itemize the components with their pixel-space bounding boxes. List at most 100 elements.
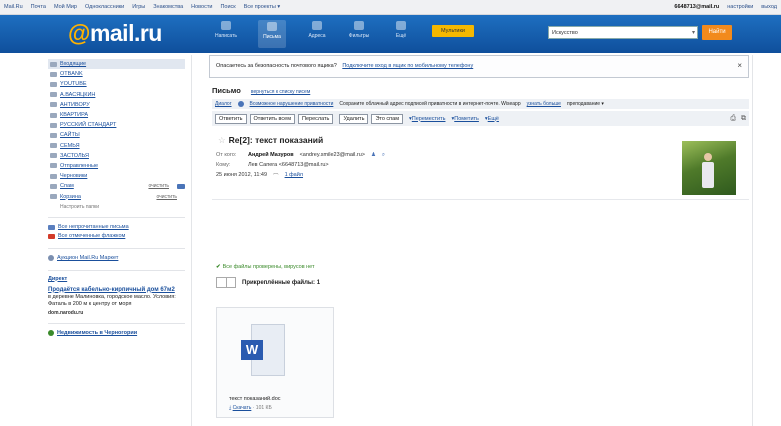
forward-button[interactable]: Переслать bbox=[298, 113, 334, 124]
account-area: 6648713@mail.ru настройки выход bbox=[674, 4, 777, 10]
sent-icon bbox=[50, 163, 57, 169]
shield-icon bbox=[237, 101, 244, 107]
privacy-link[interactable]: Возможное нарушение приватности bbox=[250, 101, 334, 107]
search-input[interactable]: Искусство ▾ bbox=[548, 26, 698, 39]
portal-link-mail[interactable]: Почта bbox=[31, 4, 46, 10]
word-document-icon: W bbox=[241, 324, 287, 378]
privacy-text: Сохраните облачный адрес подписей приват… bbox=[339, 101, 521, 107]
add-contact-icon[interactable]: ♟ bbox=[371, 152, 376, 159]
nav-letters[interactable]: Письма bbox=[258, 20, 286, 48]
folder-youtube[interactable]: YOUTUBE bbox=[48, 79, 185, 89]
folder-saity[interactable]: САЙТЫ bbox=[48, 130, 185, 140]
portal-link-games[interactable]: Игры bbox=[132, 4, 145, 10]
account-email[interactable]: 6648713@mail.ru bbox=[674, 4, 719, 10]
portal-link-odnoklassniki[interactable]: Одноклассники bbox=[85, 4, 124, 10]
portal-link-news[interactable]: Новости bbox=[191, 4, 212, 10]
folder-icon bbox=[50, 132, 57, 138]
print-icon[interactable]: ⎙ bbox=[730, 115, 736, 123]
delete-button[interactable]: Удалить bbox=[339, 113, 369, 124]
privacy-bar: Диалог Возможное нарушение приватности С… bbox=[212, 99, 749, 109]
mark-dropdown[interactable]: ▾Пометить bbox=[451, 116, 478, 122]
ad-title-link[interactable]: Продаётся кабельно-кирпичный дом 67м2 bbox=[48, 286, 185, 294]
ad-site[interactable]: dom.narodu.ru bbox=[48, 310, 185, 316]
privacy-label[interactable]: Диалог bbox=[215, 101, 232, 107]
folder-spam[interactable]: Спам очистить bbox=[48, 181, 185, 191]
attachment-name[interactable]: текст показаний.doc bbox=[229, 396, 281, 402]
folder-zastolya[interactable]: ЗАСТОЛЬЯ bbox=[48, 151, 185, 161]
learn-more-link[interactable]: узнать больше bbox=[527, 101, 561, 107]
sender-photo bbox=[682, 141, 736, 195]
settings-link[interactable]: настройки bbox=[727, 4, 753, 10]
inbox-icon bbox=[50, 61, 57, 67]
theme-button[interactable]: Мультики bbox=[432, 25, 474, 37]
to-label: Кому: bbox=[216, 162, 231, 168]
trash-icon bbox=[50, 194, 57, 200]
spam-button[interactable]: Это спам bbox=[371, 113, 404, 124]
folder-antivoru[interactable]: АНТИВОРУ bbox=[48, 100, 185, 110]
to-value: Лев Сапега <6648713@mail.ru> bbox=[248, 162, 329, 168]
clear-spam-link[interactable]: очистить bbox=[148, 183, 169, 189]
folder-sent[interactable]: Отправленные bbox=[48, 161, 185, 171]
attachments-header: Прикреплённые файлы: 1 bbox=[216, 277, 320, 288]
notice-text: Опасаетесь за безопасность почтового ящи… bbox=[216, 63, 337, 69]
logout-link[interactable]: выход bbox=[761, 4, 777, 10]
unread-letters-link[interactable]: Все непрочитанные письма bbox=[48, 223, 185, 232]
files-link[interactable]: 1 файл bbox=[285, 172, 303, 180]
filter-icon bbox=[354, 21, 364, 30]
back-to-list-link[interactable]: вернуться к списку писем bbox=[251, 89, 310, 95]
clear-trash-link[interactable]: очистить bbox=[156, 194, 177, 200]
nav-more[interactable]: Ещё bbox=[387, 21, 415, 39]
sidebar-divider bbox=[48, 216, 185, 218]
attachment-download[interactable]: ⤓ Скачать · 101 КБ bbox=[229, 405, 272, 411]
about-link[interactable]: Аукцион Mail.Ru Маркет bbox=[48, 254, 185, 263]
nav-contacts[interactable]: Адреса bbox=[303, 21, 331, 39]
folder-russky-standart[interactable]: РУССКИЙ СТАНДАРТ bbox=[48, 120, 185, 130]
sidebar-divider bbox=[48, 322, 185, 324]
mailru-logo[interactable]: @mail.ru bbox=[68, 20, 162, 47]
search-icon[interactable]: ⌕ bbox=[382, 152, 385, 159]
portal-link-mailru[interactable]: Mail.Ru bbox=[4, 4, 23, 10]
nav-compose[interactable]: Написать bbox=[212, 21, 240, 39]
letter-view: Опасаетесь за безопасность почтового ящи… bbox=[204, 55, 752, 426]
realty-ad-link[interactable]: Недвижимость в Черногории bbox=[48, 329, 185, 338]
folder-semya[interactable]: СЕМЬЯ bbox=[48, 141, 185, 151]
folder-inbox[interactable]: Входящие bbox=[48, 59, 185, 70]
from-name[interactable]: Андрей Мазуров bbox=[248, 152, 294, 159]
portal-link-myworld[interactable]: Мой Мир bbox=[54, 4, 77, 10]
reply-button[interactable]: Ответить bbox=[215, 113, 247, 124]
attachment-size: · 101 КБ bbox=[252, 405, 272, 411]
folder-otbank[interactable]: OTBANK bbox=[48, 69, 185, 79]
virus-scan-status: ✔ Все файлы проверены, вирусов нет bbox=[216, 264, 315, 270]
privacy-more-dropdown[interactable]: преподавание ▾ bbox=[567, 101, 604, 107]
portal-link-search[interactable]: Поиск bbox=[220, 4, 235, 10]
portal-link-dating[interactable]: Знакомства bbox=[153, 4, 183, 10]
folder-trash[interactable]: Корзина очистить bbox=[48, 191, 185, 201]
folder-drafts[interactable]: Черновики bbox=[48, 171, 185, 181]
folder-vasyatskin[interactable]: А.ВАСЯЦКИН bbox=[48, 90, 185, 100]
folder-kvartira[interactable]: КВАРТИРА bbox=[48, 110, 185, 120]
reply-all-button[interactable]: Ответить всем bbox=[249, 113, 296, 124]
folder-icon bbox=[50, 122, 57, 128]
portal-link-all-projects[interactable]: Все проекты ▾ bbox=[244, 4, 280, 10]
configure-folders-link[interactable]: Настроить папки bbox=[48, 204, 185, 210]
person-figure bbox=[702, 153, 714, 189]
move-dropdown[interactable]: ▾Переместить bbox=[409, 116, 445, 122]
ad-header[interactable]: Директ bbox=[48, 276, 185, 282]
security-notice: Опасаетесь за безопасность почтового ящи… bbox=[209, 55, 749, 78]
download-icon: ⤓ bbox=[229, 405, 232, 411]
star-icon[interactable]: ☆ bbox=[218, 135, 226, 145]
view-toggle-icon[interactable] bbox=[216, 277, 236, 288]
drafts-icon bbox=[50, 173, 57, 179]
attachment-card[interactable]: W текст показаний.doc ⤓ Скачать · 101 КБ bbox=[216, 307, 334, 418]
search-value: Искусство bbox=[552, 30, 578, 36]
chevron-down-icon[interactable]: ▾ bbox=[692, 27, 695, 39]
notice-link[interactable]: Подключите вход в ящик по мобильному тел… bbox=[342, 63, 473, 69]
close-icon[interactable]: × bbox=[737, 61, 742, 70]
expand-icon[interactable]: ⧉ bbox=[741, 115, 746, 123]
unread-icon bbox=[48, 224, 55, 230]
search-button[interactable]: Найти bbox=[702, 25, 732, 40]
letter-divider bbox=[212, 199, 749, 200]
nav-filters[interactable]: Фильтры bbox=[345, 21, 373, 39]
flagged-letters-link[interactable]: Все отмеченные флажком bbox=[48, 232, 185, 241]
more-dropdown[interactable]: ▾Ещё bbox=[485, 116, 499, 122]
